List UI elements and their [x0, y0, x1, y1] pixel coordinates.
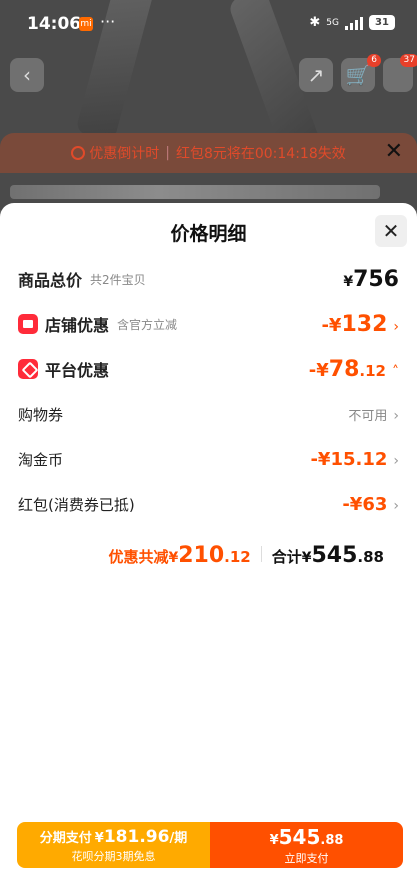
pay-now-label: 立即支付	[284, 851, 329, 865]
bluetooth-icon: ✱	[309, 15, 321, 30]
share-button[interactable]: ↗	[299, 58, 333, 92]
row-red-packet[interactable]: 红包(消费券已抵) -¥ 63 ›	[18, 489, 399, 519]
more-button[interactable]: 37	[383, 54, 417, 92]
platform-discount-label: 平台优惠	[45, 361, 110, 380]
row-total-price: 商品总价 共2件宝贝 ¥ 756	[18, 264, 399, 294]
status-more: ···	[100, 12, 116, 31]
signal-icon	[345, 16, 363, 30]
blurred-address	[10, 185, 380, 199]
pay-now-amount: 545	[278, 824, 321, 849]
coupon-tag-icon	[18, 359, 38, 379]
shop-icon	[18, 314, 38, 334]
row-platform-discount[interactable]: 平台优惠 -¥ 78 .12 ˄	[18, 354, 399, 384]
red-packet-prefix: -¥	[342, 493, 363, 515]
row-store-discount[interactable]: 店铺优惠 含官方立减 -¥ 132 ›	[18, 309, 399, 339]
pay-now-yen: ¥	[269, 832, 279, 848]
sheet-title: 价格明细	[170, 223, 247, 245]
back-button[interactable]: ‹	[10, 58, 44, 92]
platform-discount-decimal: .12	[359, 361, 386, 380]
row-shopping-voucher[interactable]: 购物券 不可用 ›	[18, 399, 399, 429]
taojinbi-value: 15.12	[330, 448, 388, 470]
total-sub: 共2件宝贝	[90, 272, 146, 287]
close-icon: ✕	[382, 219, 400, 243]
discount-total-value: 210	[178, 543, 225, 568]
grand-total-value: 545	[311, 543, 358, 568]
installment-prefix: 分期支付	[39, 830, 92, 846]
countdown-banner: 优惠倒计时 | 红包8元将在00:14:18失效 ✕	[0, 133, 417, 173]
grand-total-decimal: .88	[357, 548, 384, 566]
installment-pay-button[interactable]: 分期支付 ¥ 181.96 /期 花呗分期3期免息	[17, 822, 210, 868]
countdown-close-icon[interactable]: ✕	[385, 141, 403, 163]
pay-now-button[interactable]: ¥ 545 .88 立即支付	[210, 822, 403, 868]
pay-now-decimal: .88	[320, 832, 344, 848]
chevron-right-icon: ›	[393, 452, 399, 469]
discount-total-yen: ¥	[168, 550, 179, 566]
countdown-message: 红包8元将在00:14:18失效	[175, 146, 346, 162]
share-icon: ↗	[307, 63, 325, 87]
total-label: 商品总价	[18, 271, 83, 290]
installment-note: 花呗分期3期免息	[71, 849, 156, 863]
network-label: 5G	[326, 17, 339, 28]
payment-bar: 分期支付 ¥ 181.96 /期 花呗分期3期免息 ¥ 545 .88 立即支付	[17, 822, 403, 868]
shopping-voucher-status: 不可用	[348, 408, 388, 424]
chevron-up-icon: ˄	[392, 363, 399, 380]
status-time: 14:06	[27, 14, 82, 34]
platform-discount-prefix: -¥	[308, 359, 329, 381]
installment-yen: ¥	[94, 830, 104, 846]
more-badge: 37	[399, 54, 417, 67]
price-detail-sheet: 价格明细 ✕ 商品总价 共2件宝贝 ¥ 756 店铺优惠 含官方立减 -¥ 13…	[0, 203, 417, 870]
mi-icon: mi	[79, 17, 93, 31]
status-bar: 14:06 mi ··· ✱ 5G 31	[0, 0, 417, 48]
taojinbi-prefix: -¥	[310, 448, 331, 470]
total-value: 756	[353, 266, 399, 292]
grand-total-label: 合计	[271, 548, 302, 566]
installment-amount: 181.96	[103, 826, 170, 847]
row-taojinbi[interactable]: 淘金币 -¥ 15.12 ›	[18, 444, 399, 474]
back-arrow-icon: ‹	[23, 63, 31, 87]
summary-divider	[260, 546, 262, 562]
taojinbi-label: 淘金币	[18, 450, 64, 469]
cart-button[interactable]: 🛒 6	[341, 54, 381, 92]
total-yen: ¥	[343, 273, 354, 290]
discount-total-decimal: .12	[224, 548, 251, 566]
chevron-right-icon: ›	[393, 497, 399, 514]
installment-unit: /期	[169, 830, 188, 846]
store-discount-label: 店铺优惠	[45, 316, 110, 335]
battery-icon: 31	[369, 15, 395, 30]
clock-icon	[71, 146, 86, 160]
store-discount-sub: 含官方立减	[117, 317, 178, 332]
store-discount-prefix: -¥	[321, 314, 342, 336]
chevron-right-icon: ›	[393, 318, 399, 335]
chevron-right-icon: ›	[393, 407, 399, 424]
top-nav: ‹ ↗ 🛒 6 37	[0, 54, 417, 92]
red-packet-value: 63	[362, 493, 388, 515]
red-packet-label: 红包(消费券已抵)	[18, 495, 135, 514]
platform-discount-value: 78	[328, 356, 360, 382]
cart-badge: 6	[367, 54, 381, 67]
discount-total-label: 优惠共减	[108, 548, 169, 566]
store-discount-value: 132	[341, 311, 388, 337]
shopping-voucher-label: 购物券	[18, 405, 64, 424]
grand-total-yen: ¥	[301, 550, 312, 566]
sheet-close-button[interactable]: ✕	[375, 215, 407, 247]
cart-icon: 🛒	[345, 63, 371, 87]
countdown-divider: |	[165, 145, 170, 161]
countdown-label: 优惠倒计时	[89, 146, 160, 162]
price-summary: 优惠共减 ¥ 210 .12 合计 ¥ 545 .88	[18, 543, 384, 573]
